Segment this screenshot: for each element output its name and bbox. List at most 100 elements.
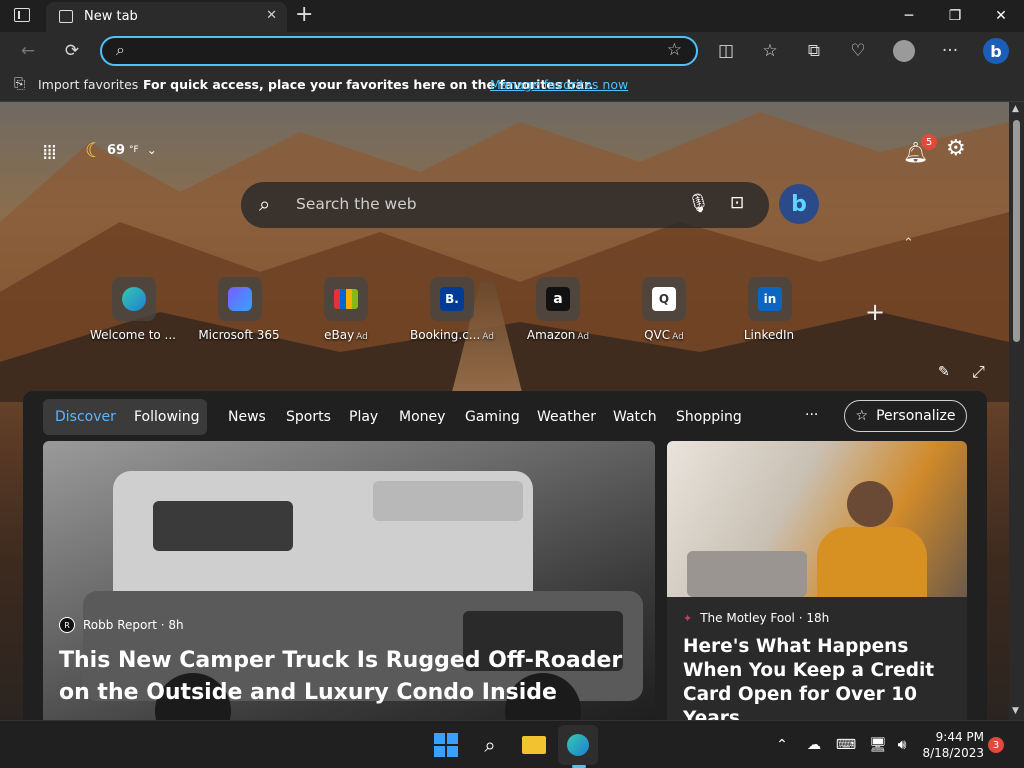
- moon-icon: ☾: [85, 138, 103, 162]
- tab-title: New tab: [84, 9, 138, 24]
- more-tabs-button[interactable]: ···: [805, 407, 818, 423]
- search-input[interactable]: Search the web: [296, 195, 417, 213]
- ebay-icon: [324, 277, 368, 321]
- card-source: ✦ The Motley Fool · 18h: [683, 611, 829, 625]
- tab-watch[interactable]: Watch: [613, 409, 657, 425]
- news-card-camper-truck[interactable]: R Robb Report · 8h This New Camper Truck…: [43, 441, 655, 720]
- toolbar: ← ⟳ ⌕ ☆ ◫ ☆ ⧉ ♡ ··· b: [0, 32, 1024, 70]
- file-explorer-icon[interactable]: [514, 725, 554, 765]
- clock[interactable]: 9:44 PM 8/18/2023: [912, 729, 984, 761]
- quick-link-qvc[interactable]: Q QVC Ad: [609, 277, 719, 347]
- search-icon[interactable]: ⌕: [470, 725, 510, 765]
- notifications-button[interactable]: 🔔︎ 5: [903, 134, 937, 164]
- weather-temp: 69: [106, 142, 126, 158]
- restore-button[interactable]: ❐: [932, 0, 978, 32]
- start-windows-icon[interactable]: [426, 725, 466, 765]
- back-button[interactable]: ←: [8, 32, 48, 70]
- search-icon: ⌕: [259, 192, 271, 216]
- favorites-bar: ⎘ Import favorites For quick access, pla…: [0, 70, 1024, 102]
- close-window-button[interactable]: ✕: [978, 0, 1024, 32]
- search-icon: ⌕: [116, 40, 125, 59]
- tab-money[interactable]: Money: [399, 409, 445, 425]
- credit-card-image: [667, 441, 967, 597]
- scroll-down-arrow-icon[interactable]: ▼: [1012, 706, 1019, 716]
- tab-discover[interactable]: Discover: [55, 409, 116, 425]
- new-tab-button[interactable]: +: [295, 2, 313, 27]
- add-favorite-icon[interactable]: ☆: [667, 40, 682, 60]
- notification-center-badge[interactable]: 3: [988, 737, 1004, 753]
- web-search-box[interactable]: ⌕ Search the web 🎙︎ ⊡: [241, 182, 769, 228]
- close-tab-icon[interactable]: ✕: [266, 8, 277, 23]
- edge-icon: [112, 277, 156, 321]
- quick-link-microsoft-365[interactable]: Microsoft 365: [185, 277, 295, 347]
- motley-fool-logo-icon: ✦: [683, 611, 693, 625]
- sparkle-star-icon: ☆: [855, 408, 869, 424]
- collapse-chevron-icon[interactable]: ⌃: [903, 236, 914, 251]
- apps-launcher-icon[interactable]: ⁞⁞⁞: [42, 140, 57, 164]
- scroll-thumb[interactable]: [1013, 120, 1020, 342]
- address-input[interactable]: [142, 42, 642, 62]
- personalize-button[interactable]: ☆ Personalize: [844, 400, 967, 432]
- tab-actions-icon[interactable]: [14, 8, 30, 22]
- quick-link-ebay[interactable]: eBay Ad: [291, 277, 401, 347]
- quick-link-label: Booking.c...: [410, 328, 481, 342]
- weather-widget[interactable]: ☾ 69 °F ⌄: [85, 138, 157, 162]
- tab-shopping[interactable]: Shopping: [676, 409, 742, 425]
- quick-link-label: Microsoft 365: [198, 328, 280, 342]
- quick-link-label: Amazon: [526, 328, 576, 342]
- card-headline[interactable]: Here's What Happens When You Keep a Cred…: [683, 635, 958, 720]
- quick-link-label: LinkedIn: [743, 328, 795, 342]
- amazon-icon: a: [536, 277, 580, 321]
- address-bar[interactable]: ⌕ ☆: [100, 36, 698, 66]
- favorites-icon[interactable]: ☆: [750, 32, 790, 70]
- tab-news[interactable]: News: [228, 409, 266, 425]
- profile-avatar[interactable]: [884, 32, 924, 70]
- split-screen-icon[interactable]: ◫: [706, 32, 746, 70]
- card-source-label: Robb Report · 8h: [83, 618, 184, 632]
- expand-icon[interactable]: ⤢: [972, 362, 985, 382]
- page-settings-gear-icon[interactable]: ⚙: [946, 136, 966, 161]
- edge-taskbar-icon[interactable]: [558, 725, 598, 765]
- visual-search-icon[interactable]: ⊡: [730, 193, 744, 213]
- taskbar: ⌕ ⌃ ☁ ⌨ 🖥︎ 🔊︎ 9:44 PM 8/18/2023 3: [0, 720, 1024, 768]
- browser-essentials-icon[interactable]: ♡: [838, 32, 878, 70]
- news-feed: Discover Following News Sports Play Mone…: [23, 391, 987, 720]
- robb-report-logo-icon: R: [59, 617, 75, 633]
- m365-icon: [218, 277, 262, 321]
- linkedin-icon: in: [748, 277, 792, 321]
- quick-link-amazon[interactable]: a Amazon Ad: [503, 277, 613, 347]
- booking-icon: B.: [430, 277, 474, 321]
- tab-play[interactable]: Play: [349, 409, 378, 425]
- quick-link-label: eBay: [324, 328, 355, 342]
- new-tab-page: ⁞⁞⁞ ☾ 69 °F ⌄ 🔔︎ 5 ⚙ ⌕ Search the web 🎙︎ …: [0, 102, 1009, 720]
- scroll-up-arrow-icon[interactable]: ▲: [1012, 104, 1019, 114]
- page-scrollbar[interactable]: ▲ ▼: [1009, 102, 1024, 720]
- refresh-button[interactable]: ⟳: [52, 32, 92, 70]
- title-bar: New tab ✕ + ─ ❐ ✕: [0, 0, 1024, 32]
- quick-link-label: Welcome to ...: [89, 328, 176, 342]
- qvc-icon: Q: [642, 277, 686, 321]
- add-shortcut-icon[interactable]: +: [865, 298, 885, 326]
- minimize-button[interactable]: ─: [886, 0, 932, 32]
- tab-gaming[interactable]: Gaming: [465, 409, 520, 425]
- bing-chat-button[interactable]: b: [779, 184, 819, 224]
- quick-link-booking[interactable]: B. Booking.c... Ad: [397, 277, 507, 347]
- manage-favorites-link[interactable]: Manage favorites now: [490, 77, 628, 92]
- edit-background-icon[interactable]: ✎: [938, 364, 950, 380]
- tab-new-tab[interactable]: New tab ✕: [46, 2, 287, 32]
- tab-weather[interactable]: Weather: [537, 409, 596, 425]
- settings-more-icon[interactable]: ···: [930, 32, 970, 70]
- weather-unit: °F: [129, 145, 139, 155]
- microphone-icon[interactable]: 🎙︎: [687, 193, 710, 214]
- news-card-credit-card[interactable]: ✦ The Motley Fool · 18h Here's What Happ…: [667, 441, 967, 720]
- collections-icon[interactable]: ⧉: [794, 32, 834, 70]
- tab-following[interactable]: Following: [134, 409, 200, 425]
- quick-link-welcome[interactable]: Welcome to ...: [79, 277, 189, 347]
- bing-copilot-icon[interactable]: b: [976, 32, 1016, 70]
- card-source: R Robb Report · 8h: [59, 617, 184, 633]
- tab-sports[interactable]: Sports: [286, 409, 331, 425]
- quick-link-linkedin[interactable]: in LinkedIn: [715, 277, 825, 347]
- card-headline[interactable]: This New Camper Truck Is Rugged Off-Road…: [59, 645, 649, 709]
- import-favorites-button[interactable]: Import favorites: [38, 77, 138, 92]
- import-favorites-icon: ⎘: [14, 76, 26, 92]
